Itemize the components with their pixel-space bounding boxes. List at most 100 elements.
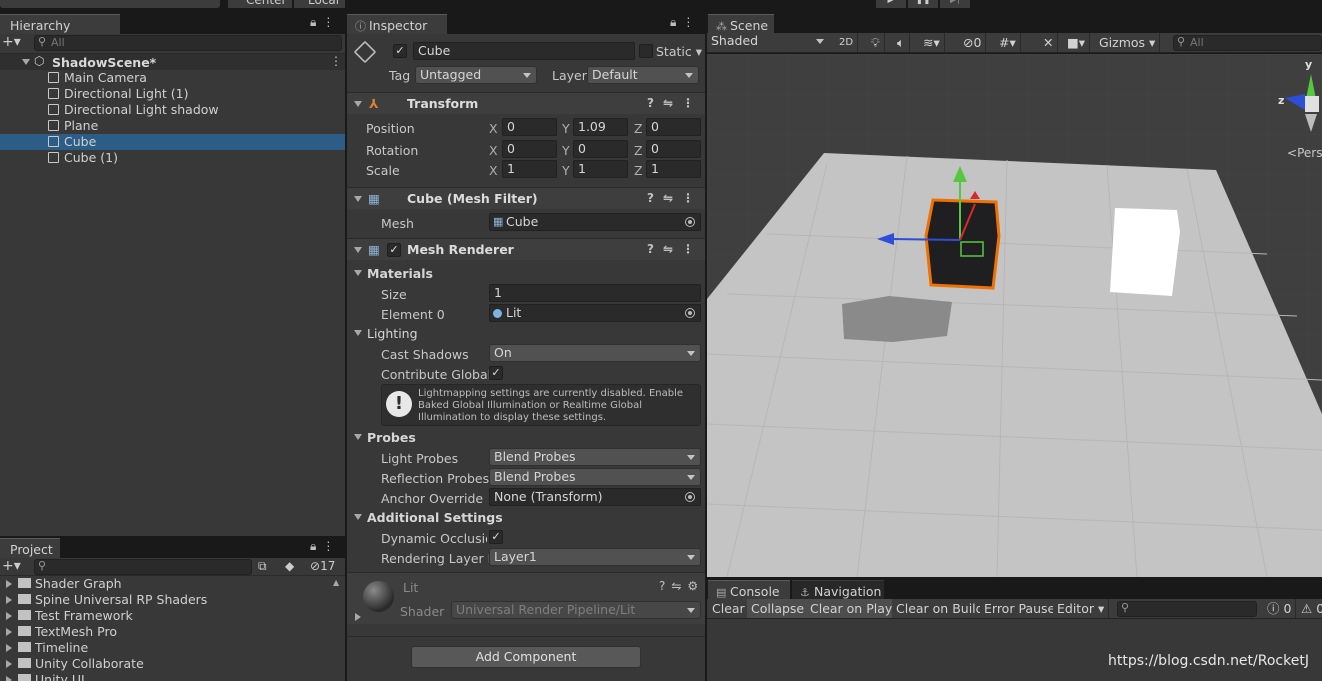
pause-button[interactable]: ❚❚ — [908, 0, 938, 8]
static-checkbox[interactable] — [639, 44, 653, 58]
tab-console[interactable]: ▤ Console — [708, 580, 790, 600]
create-plus-icon[interactable]: +▾ — [2, 34, 21, 50]
toolbar-tools[interactable] — [0, 0, 220, 8]
probes-fold-icon[interactable] — [354, 434, 362, 440]
project-tab-menu-icons[interactable]: 🔒︎⋮ — [310, 539, 340, 554]
materials-fold-icon[interactable] — [354, 270, 362, 276]
project-search-input[interactable]: ⚲ — [34, 559, 252, 575]
tab-navigation[interactable]: ⚓︎ Navigation — [792, 580, 884, 600]
hierarchy-tab-menu-icons[interactable]: 🔒︎⋮ — [310, 15, 340, 30]
cast-shadows-dropdown[interactable]: On — [489, 344, 701, 362]
tab-inspector[interactable]: ⓘ Inspector — [347, 14, 447, 34]
hidden-packages-badge[interactable]: ⊘17 — [310, 559, 335, 573]
folder-spine-urp-shaders[interactable]: Spine Universal RP Shaders — [0, 592, 207, 608]
additional-settings-section[interactable]: Additional Settings — [367, 510, 503, 525]
component-help-preset-menu-icons[interactable]: ?⇋⋮ — [647, 239, 703, 260]
lighting-fold-icon[interactable] — [354, 330, 362, 336]
console-search-input[interactable]: ⚲ — [1117, 601, 1257, 617]
folder-timeline[interactable]: Timeline — [0, 640, 88, 656]
pivot-center-button[interactable]: Center — [228, 0, 293, 8]
transform-z-field[interactable]: 1 — [646, 160, 701, 178]
hierarchy-item-main-camera[interactable]: Main Camera — [0, 70, 345, 86]
info-count-toggle[interactable]: ⓘ 0 — [1263, 599, 1297, 618]
active-checkbox[interactable]: ✓ — [393, 44, 407, 58]
axis-z-label[interactable]: Z — [634, 121, 643, 136]
hierarchy-item-directional-light-shadow[interactable]: Directional Light shadow — [0, 102, 345, 118]
hierarchy-item-cube[interactable]: Cube — [0, 134, 345, 150]
mesh-object-field[interactable]: ▦ Cube — [489, 213, 701, 231]
shader-dropdown[interactable]: Universal Render Pipeline/Lit — [451, 601, 701, 619]
tab-scene[interactable]: ⁂ Scene — [708, 14, 774, 34]
transform-z-field[interactable]: 0 — [646, 118, 701, 136]
transform-y-field[interactable]: 1.09 — [573, 118, 628, 136]
axis-x-label[interactable]: X — [489, 163, 498, 178]
expand-arrow-icon[interactable] — [6, 580, 12, 588]
component-help-preset-menu-icons[interactable]: ?⇋⋮ — [647, 188, 703, 209]
transform-x-field[interactable]: 0 — [502, 118, 557, 136]
clear-on-play-button[interactable]: Clear on Play — [806, 599, 898, 618]
expand-arrow-icon[interactable] — [6, 660, 12, 668]
object-picker-icon[interactable] — [685, 217, 695, 227]
component-help-preset-menu-icons[interactable]: ?⇋⋮ — [647, 93, 703, 114]
rendering-layer-dropdown[interactable]: Layer1 — [489, 548, 701, 566]
object-picker-icon[interactable] — [685, 308, 695, 318]
axis-z-label[interactable]: Z — [634, 163, 643, 178]
anchor-override-field[interactable]: None (Transform) — [489, 488, 701, 506]
object-name-field[interactable]: Cube — [413, 42, 635, 60]
camera-settings-icon[interactable]: ■▾ — [1063, 33, 1091, 52]
contribute-gi-checkbox[interactable]: ✓ — [489, 366, 503, 380]
tools-icon[interactable]: ✕ — [1039, 33, 1059, 52]
transform-z-field[interactable]: 0 — [646, 140, 701, 158]
materials-section[interactable]: Materials — [367, 266, 433, 281]
error-pause-button[interactable]: Error Pause — [980, 599, 1061, 618]
transform-y-field[interactable]: 1 — [573, 160, 628, 178]
expand-arrow-icon[interactable] — [6, 644, 12, 652]
editor-dropdown[interactable]: Editor ▾ — [1053, 599, 1110, 618]
tab-hierarchy[interactable]: Hierarchy — [0, 14, 120, 34]
tab-project[interactable]: Project — [0, 538, 60, 558]
materials-size-field[interactable]: 1 — [489, 284, 701, 302]
expand-arrow-icon[interactable] — [6, 596, 12, 604]
project-scrollbar[interactable]: ▲ — [333, 578, 343, 681]
project-create-icon[interactable]: +▾ — [2, 558, 21, 574]
dynamic-occlusion-checkbox[interactable]: ✓ — [489, 530, 503, 544]
scene-viewport[interactable]: y z <Pers — [707, 54, 1322, 577]
inspector-tab-menu-icons[interactable]: 🔒︎⋮ — [670, 15, 700, 30]
filter-type-icon[interactable]: ⧉ — [258, 559, 267, 574]
additional-fold-icon[interactable] — [354, 514, 362, 520]
2d-mode-toggle[interactable]: 2D — [835, 33, 859, 52]
material-help-preset-settings-icons[interactable]: ?⇋⚙ — [659, 579, 704, 593]
axis-y-label[interactable]: Y — [562, 121, 570, 136]
axis-y-label[interactable]: Y — [562, 163, 570, 178]
layer-dropdown[interactable]: Default — [587, 66, 699, 84]
probes-section[interactable]: Probes — [367, 430, 416, 445]
shading-mode-dropdown[interactable]: Shaded — [707, 33, 829, 52]
axis-x-label[interactable]: X — [489, 121, 498, 136]
grid-toggle-icon[interactable]: #▾ — [995, 33, 1021, 52]
collapse-arrow-icon[interactable] — [354, 101, 362, 107]
expand-arrow-icon[interactable] — [6, 628, 12, 636]
expand-arrow-icon[interactable] — [6, 612, 12, 620]
collapse-arrow-icon[interactable] — [354, 247, 362, 253]
hierarchy-item-cube-1[interactable]: Cube (1) — [0, 150, 345, 166]
expand-arrow-icon[interactable] — [22, 59, 30, 65]
element0-object-field[interactable]: Lit — [489, 304, 701, 322]
transform-x-field[interactable]: 1 — [502, 160, 557, 178]
folder-unity-ui[interactable]: Unity UI — [0, 672, 85, 681]
axis-y-label[interactable]: Y — [562, 143, 570, 158]
material-fold-icon[interactable] — [355, 613, 361, 621]
lighting-section[interactable]: Lighting — [367, 326, 418, 341]
lighting-toggle-icon[interactable]: 💡︎ — [867, 33, 885, 52]
hierarchy-item-directional-light-1[interactable]: Directional Light (1) — [0, 86, 345, 102]
filter-label-icon[interactable]: ◆ — [285, 559, 294, 573]
hierarchy-search-input[interactable]: ⚲ All — [34, 35, 342, 51]
warning-count-toggle[interactable]: ⚠ 0 — [1297, 599, 1322, 618]
folder-test-framework[interactable]: Test Framework — [0, 608, 133, 624]
gizmos-dropdown[interactable]: Gizmos ▾ — [1095, 33, 1161, 52]
perspective-label[interactable]: <Pers — [1287, 146, 1322, 160]
reflection-probes-dropdown[interactable]: Blend Probes — [489, 468, 701, 486]
collapse-button[interactable]: Collapse — [747, 599, 810, 618]
scene-menu-icon[interactable]: ⋮ — [330, 54, 342, 68]
scene-search-input[interactable]: ⚲ All — [1173, 35, 1322, 51]
hidden-objects-toggle[interactable]: ⊘0 — [959, 33, 987, 52]
